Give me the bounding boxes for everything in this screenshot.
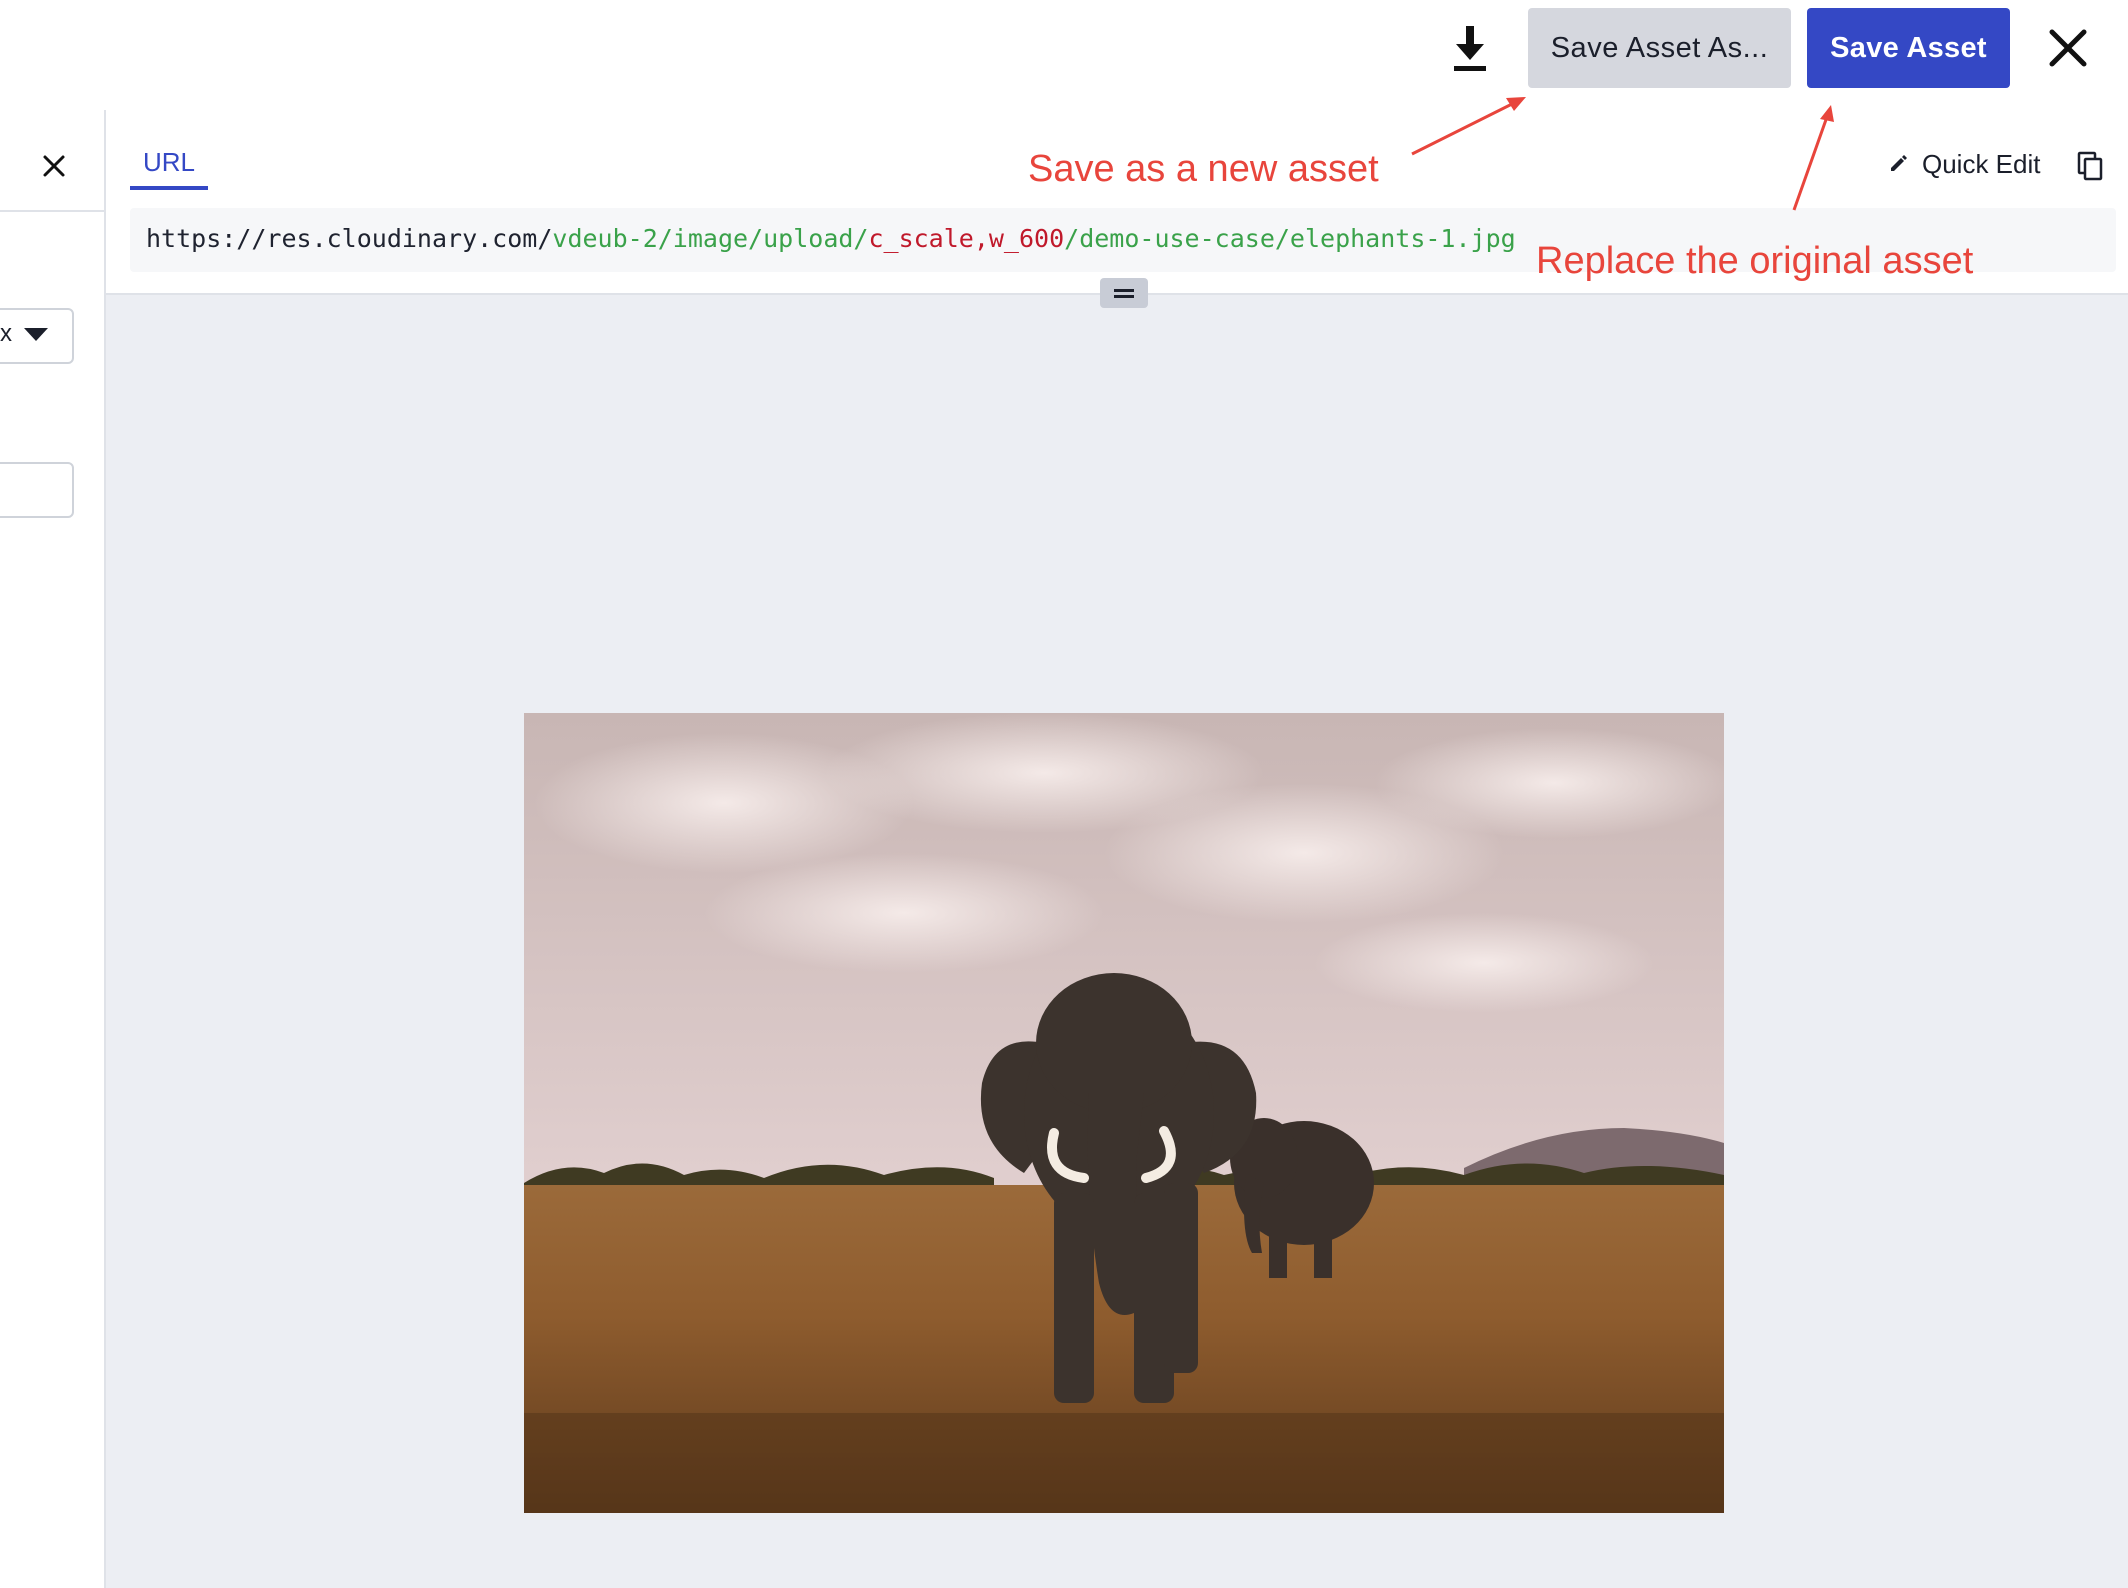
format-select-value: x xyxy=(0,320,12,347)
close-icon[interactable] xyxy=(2044,24,2092,72)
quick-edit-button[interactable]: Quick Edit xyxy=(1888,146,2041,182)
tab-active-indicator xyxy=(130,186,208,190)
url-base: https://res.cloudinary.com/ xyxy=(146,224,553,253)
format-select[interactable]: x xyxy=(0,308,74,364)
copy-icon[interactable] xyxy=(2076,150,2104,182)
download-icon[interactable] xyxy=(1448,22,1492,74)
pencil-icon xyxy=(1891,155,1907,171)
annotation-save-as-new: Save as a new asset xyxy=(1028,148,1379,190)
drag-handle-icon[interactable] xyxy=(1100,278,1148,308)
url-cloud-path: vdeub-2/image/upload/ xyxy=(552,224,869,253)
save-asset-button[interactable]: Save Asset xyxy=(1807,8,2010,88)
panel-divider xyxy=(0,210,104,212)
quick-edit-label: Quick Edit xyxy=(1922,148,2041,179)
annotation-replace-original: Replace the original asset xyxy=(1536,240,1974,282)
url-transformation: c_scale,w_600 xyxy=(868,224,1065,253)
close-icon[interactable] xyxy=(38,150,70,182)
left-panel-input[interactable] xyxy=(0,462,74,518)
elephants-photo xyxy=(524,713,1724,1513)
save-asset-as-button[interactable]: Save Asset As... xyxy=(1528,8,1791,88)
left-panel: x xyxy=(0,110,106,1588)
url-public-id: demo-use-case/elephants-1.jpg xyxy=(1079,224,1516,253)
url-separator: / xyxy=(1064,224,1080,253)
caret-down-icon xyxy=(24,328,48,341)
tab-url[interactable]: URL xyxy=(130,140,208,190)
